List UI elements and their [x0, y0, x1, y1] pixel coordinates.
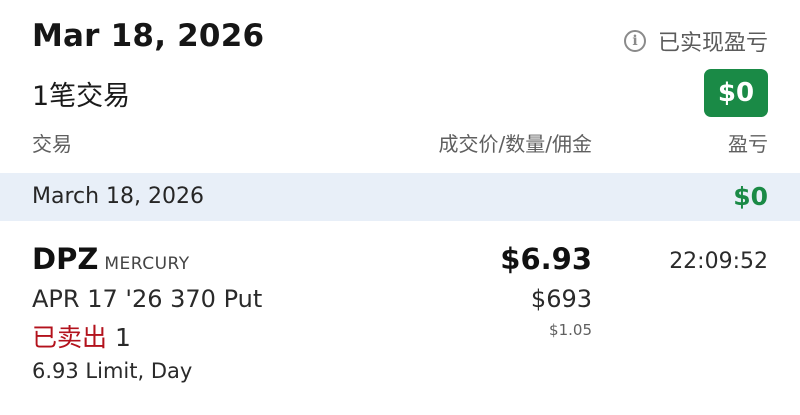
trade-symbol-line[interactable]: DPZ MERCURY — [32, 242, 190, 276]
trade-exchange: MERCURY — [104, 254, 190, 274]
column-header-pl: 盈亏 — [728, 132, 768, 156]
group-date: March 18, 2026 — [32, 184, 205, 209]
trade-time: 22:09:52 — [669, 249, 768, 274]
trade-symbol[interactable]: DPZ — [32, 242, 98, 276]
page-date-title: Mar 18, 2026 — [32, 18, 265, 54]
trade-quantity: 1 — [114, 323, 131, 352]
info-icon[interactable]: i — [623, 30, 646, 52]
column-header-price-qty-commission: 成交价/数量/佣金 — [438, 132, 592, 156]
group-pl: $0 — [733, 182, 768, 211]
total-pl-badge: $0 — [704, 69, 768, 117]
trade-amount: $693 — [530, 285, 592, 313]
realized-pl-label: 已实现盈亏 — [657, 31, 768, 56]
trade-action: 已卖出 — [32, 323, 108, 352]
trade-action-line: 已卖出 1 — [32, 318, 131, 354]
trade-order-type: 6.93 Limit, Day — [32, 359, 193, 383]
trade-fill-price: $6.93 — [500, 242, 592, 276]
column-header-trade: 交易 — [32, 132, 72, 156]
realized-pl-header[interactable]: i 已实现盈亏 — [623, 25, 768, 57]
trade-history-page: Mar 18, 2026 i 已实现盈亏 1笔交易 $0 交易 成交价/数量/佣… — [0, 0, 800, 415]
trade-commission: $1.05 — [549, 321, 592, 339]
trade-contract: APR 17 '26 370 Put — [32, 285, 263, 313]
trade-count: 1笔交易 — [32, 81, 131, 112]
